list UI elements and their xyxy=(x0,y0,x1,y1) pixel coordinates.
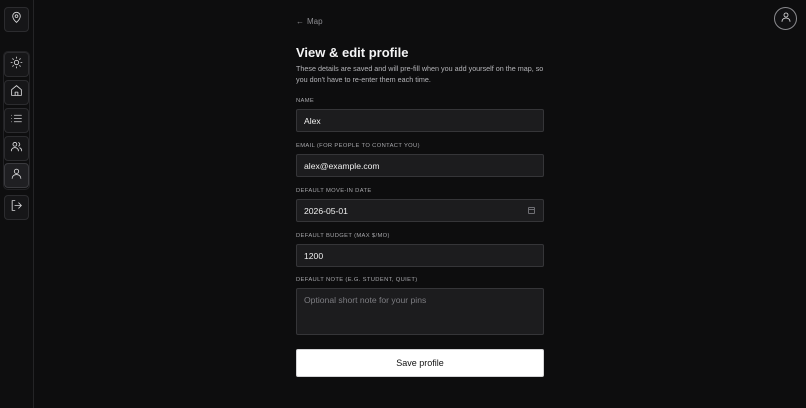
user-icon xyxy=(10,167,23,185)
budget-field-box xyxy=(296,244,544,267)
budget-input[interactable] xyxy=(304,250,536,261)
user-circle-icon xyxy=(780,10,792,28)
name-field-box xyxy=(296,109,544,132)
email-input[interactable] xyxy=(304,160,536,171)
account-button[interactable] xyxy=(774,7,797,30)
users-icon xyxy=(10,140,23,158)
nav-item-list[interactable] xyxy=(4,108,29,133)
note-label: Default note (e.g. student, quiet) xyxy=(296,277,418,283)
budget-label: Default budget (max $/mo) xyxy=(296,233,390,239)
note-textarea[interactable] xyxy=(304,289,536,334)
move-in-date-input[interactable] xyxy=(304,205,536,216)
nav-item-sun[interactable] xyxy=(4,52,29,77)
email-label: Email (for people to contact you) xyxy=(296,143,420,149)
nav-item-users[interactable] xyxy=(4,136,29,161)
move-in-date-label: Default move-in date xyxy=(296,188,372,194)
move-in-date-field-box xyxy=(296,199,544,222)
list-icon xyxy=(10,112,23,130)
nav-item-home[interactable] xyxy=(4,80,29,105)
page-title: View & edit profile xyxy=(296,45,409,60)
note-field-box xyxy=(296,288,544,335)
name-label: Name xyxy=(296,98,315,104)
page-description: These details are saved and will pre-fil… xyxy=(296,64,544,84)
save-profile-button[interactable]: Save profile xyxy=(296,349,544,377)
app-window: ← Map View & edit profile These details … xyxy=(0,0,806,408)
logout-button[interactable] xyxy=(4,195,29,220)
calendar-icon[interactable] xyxy=(528,207,535,214)
logout-icon xyxy=(10,199,23,217)
email-field-box xyxy=(296,154,544,177)
arrow-left-icon: ← xyxy=(296,17,304,26)
name-input[interactable] xyxy=(304,115,536,126)
map-pin-icon xyxy=(10,11,23,29)
home-icon xyxy=(10,84,23,102)
nav-item-profile[interactable] xyxy=(4,163,29,188)
map-pin-button[interactable] xyxy=(4,7,29,32)
back-label: Map xyxy=(307,17,323,26)
back-to-map-link[interactable]: ← Map xyxy=(296,17,323,26)
sidebar-rail xyxy=(0,0,34,408)
sun-icon xyxy=(10,56,23,74)
